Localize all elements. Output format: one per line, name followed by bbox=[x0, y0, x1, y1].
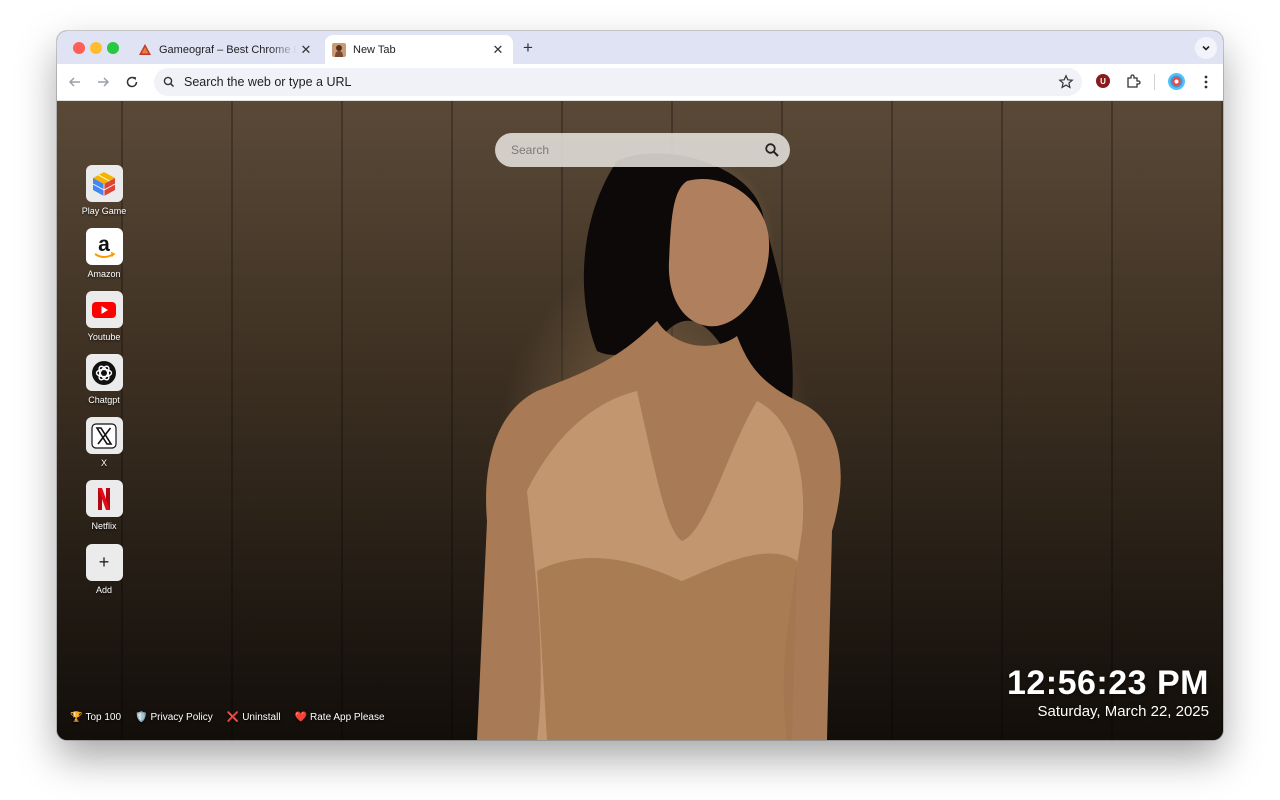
address-bar-placeholder: Search the web or type a URL bbox=[184, 75, 352, 89]
search-placeholder: Search bbox=[511, 143, 550, 157]
browser-window: Gameograf – Best Chrome Li… ✕ New Tab ✕ … bbox=[57, 31, 1223, 740]
tab-gameograf[interactable]: Gameograf – Best Chrome Li… ✕ bbox=[131, 35, 321, 64]
tab-title: New Tab bbox=[353, 43, 396, 56]
link-label: Uninstall bbox=[242, 712, 281, 723]
shortcut-tile: a bbox=[85, 228, 123, 265]
new-tab-page: Search Play Game a Amazon Youtube Chatgp… bbox=[57, 101, 1223, 740]
address-bar[interactable]: Search the web or type a URL bbox=[154, 68, 1082, 96]
search-icon bbox=[163, 76, 175, 88]
gameograf-logo-icon bbox=[139, 43, 151, 55]
close-tab-icon[interactable]: ✕ bbox=[489, 41, 507, 59]
new-tab-button[interactable]: + bbox=[519, 38, 537, 57]
shield-icon: 🛡️ bbox=[135, 712, 148, 723]
shortcut-youtube[interactable]: Youtube bbox=[74, 291, 134, 342]
search-input[interactable]: Search bbox=[495, 133, 790, 167]
cube-game-icon bbox=[92, 171, 116, 196]
shortcut-tile bbox=[85, 291, 123, 328]
clock-date: Saturday, March 22, 2025 bbox=[1037, 703, 1210, 720]
cross-icon: ❌ bbox=[226, 712, 240, 723]
youtube-icon bbox=[92, 301, 116, 318]
arrow-left-icon bbox=[68, 77, 80, 87]
chatgpt-icon bbox=[92, 360, 116, 385]
shortcut-label: Chatgpt bbox=[88, 395, 120, 405]
shortcut-tile bbox=[85, 354, 123, 391]
link-label: Rate App Please bbox=[310, 712, 385, 723]
shortcut-label: Youtube bbox=[87, 332, 121, 342]
shortcut-x[interactable]: X bbox=[74, 417, 134, 468]
x-logo-icon bbox=[91, 422, 117, 449]
shortcut-tile bbox=[85, 417, 123, 454]
toolbar-separator bbox=[1154, 74, 1155, 90]
minimize-window-button[interactable] bbox=[90, 42, 102, 54]
clock-time: 12:56:23 PM bbox=[1006, 664, 1209, 702]
shortcut-play-game[interactable]: Play Game bbox=[74, 165, 134, 216]
clock-widget: 12:56:23 PM Saturday, March 22, 2025 bbox=[1007, 663, 1209, 721]
tab-strip: Gameograf – Best Chrome Li… ✕ New Tab ✕ … bbox=[57, 31, 1223, 64]
kebab-menu-icon[interactable] bbox=[1199, 73, 1213, 91]
bookmark-star-icon[interactable] bbox=[1058, 74, 1074, 90]
shortcut-label: Play Game bbox=[81, 206, 127, 216]
profile-avatar[interactable] bbox=[1168, 73, 1185, 90]
heart-icon: ❤️ bbox=[294, 712, 308, 723]
link-label: Privacy Policy bbox=[150, 712, 213, 723]
shortcut-label: X bbox=[100, 458, 107, 468]
reload-button[interactable] bbox=[122, 72, 142, 92]
close-window-button[interactable] bbox=[73, 42, 85, 54]
amazon-icon: a bbox=[94, 233, 116, 258]
ublock-origin-icon[interactable]: U bbox=[1096, 74, 1110, 88]
netflix-icon bbox=[98, 487, 110, 510]
browser-toolbar: Search the web or type a URL U bbox=[57, 64, 1223, 101]
shortcut-label: Add bbox=[95, 585, 112, 595]
shortcut-chatgpt[interactable]: Chatgpt bbox=[74, 354, 134, 405]
shortcut-netflix[interactable]: Netflix bbox=[74, 480, 134, 531]
forward-button[interactable] bbox=[93, 72, 113, 92]
tab-search-button[interactable] bbox=[1195, 37, 1217, 59]
link-rate-app[interactable]: ❤️ Rate App Please bbox=[295, 712, 385, 723]
shortcut-tile bbox=[85, 480, 123, 517]
portrait-favicon-icon bbox=[332, 42, 346, 57]
plus-icon: + bbox=[85, 544, 123, 581]
link-uninstall[interactable]: ❌ Uninstall bbox=[227, 712, 281, 723]
shortcut-amazon[interactable]: a Amazon bbox=[74, 228, 134, 279]
extensions-puzzle-icon[interactable] bbox=[1125, 72, 1143, 90]
arrow-right-icon bbox=[98, 77, 110, 87]
search-icon[interactable] bbox=[764, 142, 780, 158]
shortcut-add[interactable]: + Add bbox=[74, 544, 134, 595]
shortcut-label: Amazon bbox=[87, 269, 121, 279]
maximize-window-button[interactable] bbox=[107, 42, 119, 54]
link-top-100[interactable]: 🏆 Top 100 bbox=[70, 712, 121, 723]
svg-text:a: a bbox=[98, 233, 110, 256]
back-button[interactable] bbox=[65, 72, 85, 92]
trophy-icon: 🏆 bbox=[70, 712, 83, 723]
tab-new-tab[interactable]: New Tab ✕ bbox=[325, 35, 513, 64]
chevron-down-icon bbox=[1202, 45, 1210, 51]
link-privacy-policy[interactable]: 🛡️ Privacy Policy bbox=[135, 712, 213, 723]
link-label: Top 100 bbox=[85, 712, 122, 723]
tab-title: Gameograf – Best Chrome Li… bbox=[159, 43, 297, 56]
footer-links: 🏆 Top 100 🛡️ Privacy Policy ❌ Uninstall … bbox=[70, 712, 385, 723]
shortcut-label: Netflix bbox=[91, 521, 117, 531]
wallpaper-photo bbox=[477, 153, 841, 740]
reload-icon bbox=[126, 76, 138, 88]
shortcut-tile bbox=[85, 165, 123, 202]
close-tab-icon[interactable]: ✕ bbox=[297, 41, 315, 59]
